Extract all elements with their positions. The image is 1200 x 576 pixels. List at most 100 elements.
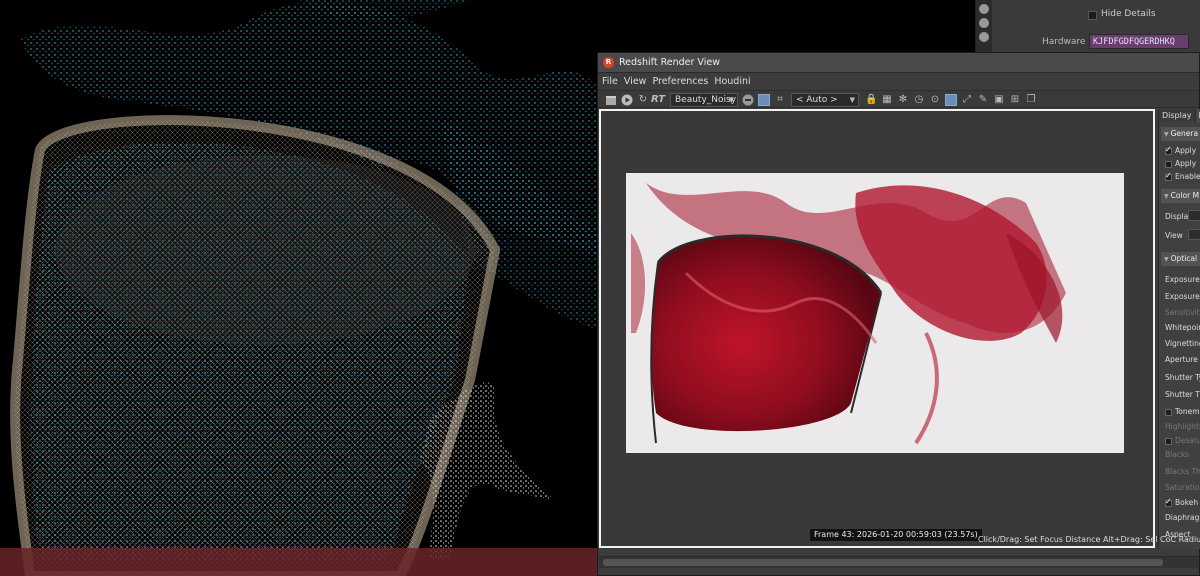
menubar: File View Preferences Houdini (598, 73, 1199, 90)
clapper-icon[interactable] (605, 94, 617, 106)
triangle-down-icon: ▼ (1164, 256, 1169, 263)
copy-icon[interactable]: ❐ (1025, 94, 1037, 106)
channel-icon[interactable] (742, 94, 754, 106)
param-label: Desatu (1175, 436, 1200, 445)
region-icon[interactable] (945, 94, 957, 106)
param-label: Vignetting (1165, 339, 1200, 348)
render-canvas[interactable]: Frame 43: 2026-01-20 00:59:03 (23.57s) (599, 109, 1155, 548)
param-row[interactable]: Exposure (1165, 292, 1200, 301)
param-label: Blacks Th (1165, 467, 1200, 476)
param-label: Enable (1175, 172, 1200, 181)
param-row[interactable]: Whitepoin (1165, 323, 1200, 332)
param-label: Tonem (1175, 407, 1200, 416)
param-label: Apply (1175, 146, 1197, 155)
param-label: Highlights (1165, 422, 1200, 431)
param-label: Saturation (1165, 483, 1200, 492)
tab-display[interactable]: Display (1159, 109, 1196, 122)
settings-icon[interactable] (979, 32, 989, 42)
section-optical[interactable]: ▼ Optical (1161, 252, 1200, 266)
param-label: Whitepoin (1165, 323, 1200, 332)
param-row: Highlights (1165, 422, 1200, 431)
wine-glass-render (626, 173, 1124, 453)
focus-icon[interactable]: ⊙ (929, 94, 941, 106)
checkbox (1165, 437, 1172, 445)
checkbox[interactable] (1165, 160, 1172, 168)
param-label: Aperture ( (1165, 355, 1200, 364)
param-row[interactable]: Apply (1165, 145, 1197, 155)
parameter-panel: Hide Details Hardware ID KJFDFGDFQGERDHK… (975, 0, 1200, 52)
checkbox[interactable] (1165, 497, 1172, 507)
refresh-icon[interactable]: ↻ (637, 94, 649, 106)
param-row[interactable]: Vignetting (1165, 339, 1200, 348)
pin-icon[interactable] (979, 4, 989, 14)
checkbox[interactable] (1165, 171, 1172, 181)
param-row[interactable]: Enable (1165, 171, 1200, 181)
section-general[interactable]: ▼ Genera (1161, 127, 1200, 141)
window-titlebar[interactable]: R Redshift Render View (598, 53, 1199, 73)
brush-icon[interactable]: ✎ (977, 94, 989, 106)
add-snapshot-icon[interactable]: ⊞ (1009, 94, 1021, 106)
display-field[interactable] (1188, 210, 1200, 221)
status-hint: Click/Drag: Set Focus Distance Alt+Drag:… (978, 535, 1200, 544)
section-color-management[interactable]: ▼ Color M (1161, 189, 1200, 203)
menu-file[interactable]: File (602, 76, 618, 87)
param-label: Blacks (1165, 450, 1190, 459)
chevron-down-icon: ▼ (728, 96, 734, 104)
view-field[interactable] (1188, 229, 1200, 240)
param-row[interactable]: Shutter Ty (1165, 373, 1200, 382)
param-label: Sensitivity (1165, 308, 1200, 317)
lightbulb-icon[interactable] (979, 18, 989, 28)
param-row[interactable]: Exposure (1165, 275, 1200, 284)
render-toolbar: ↻ RT Beauty_Noisy ▼ ⌗ < Auto > ▼ 🔒 ▦ ✻ ◷… (598, 90, 1199, 108)
chevron-down-icon: ▼ (849, 96, 855, 104)
tab-post[interactable]: P (1195, 109, 1200, 122)
lock-icon[interactable]: 🔒 (865, 94, 877, 106)
section-color-label: Color M (1170, 191, 1200, 200)
grid-icon[interactable]: ▦ (881, 94, 893, 106)
triangle-down-icon: ▼ (1164, 193, 1169, 200)
param-row[interactable]: Bokeh (1165, 497, 1199, 507)
parameter-icon-column (976, 0, 992, 52)
compare-icon[interactable] (758, 94, 770, 106)
param-label: Shutter Ti (1165, 390, 1200, 399)
param-row: Sensitivity (1165, 308, 1200, 317)
clock-icon[interactable]: ◷ (913, 94, 925, 106)
param-label: Apply (1175, 159, 1197, 168)
scrollbar-thumb[interactable] (603, 559, 1163, 566)
section-general-label: Genera (1170, 129, 1199, 138)
checkbox[interactable] (1165, 145, 1172, 155)
param-label: View (1165, 231, 1183, 240)
param-row[interactable]: Aperture ( (1165, 355, 1200, 364)
render-view-window: R Redshift Render View File View Prefere… (597, 52, 1200, 576)
zoom-select[interactable]: < Auto > ▼ (791, 93, 859, 107)
param-row[interactable]: Diaphragm (1165, 513, 1200, 522)
render-image[interactable] (626, 173, 1124, 453)
frame-info: Frame 43: 2026-01-20 00:59:03 (23.57s) (810, 529, 982, 541)
zoom-select-value: < Auto > (796, 95, 838, 105)
play-icon[interactable] (621, 94, 633, 106)
hide-details-checkbox[interactable] (1088, 11, 1097, 20)
param-label: Diaphragm (1165, 513, 1200, 522)
menu-view[interactable]: View (624, 76, 647, 87)
checkbox[interactable] (1165, 408, 1172, 416)
param-row[interactable]: Tonem (1165, 407, 1200, 416)
hardware-id-field[interactable]: KJFDFGDFQGERDHKQ (1089, 34, 1189, 49)
snapshot-icon[interactable]: ▣ (993, 94, 1005, 106)
snowflake-icon[interactable]: ✻ (897, 94, 909, 106)
render-settings-panel: Display P ▼Genera Apply Apply Enable ▼Co… (1158, 109, 1200, 549)
param-label: Shutter Ty (1165, 373, 1200, 382)
crop-icon[interactable]: ⌗ (774, 94, 786, 106)
viewport-timeline-bar (0, 548, 600, 576)
rt-button[interactable]: RT (651, 94, 665, 106)
menu-preferences[interactable]: Preferences (652, 76, 708, 87)
param-row[interactable]: Shutter Ti (1165, 390, 1200, 399)
param-label: Bokeh (1175, 498, 1199, 507)
param-row: Blacks Th (1165, 467, 1200, 476)
param-row[interactable]: Apply (1165, 159, 1196, 168)
aov-select[interactable]: Beauty_Noisy ▼ (670, 93, 738, 107)
horizontal-scrollbar[interactable] (599, 556, 1199, 568)
menu-houdini[interactable]: Houdini (714, 76, 750, 87)
section-optical-label: Optical (1170, 254, 1198, 263)
expand-icon[interactable]: ⤢ (961, 94, 973, 106)
panel-tabs: Display P (1159, 109, 1200, 122)
